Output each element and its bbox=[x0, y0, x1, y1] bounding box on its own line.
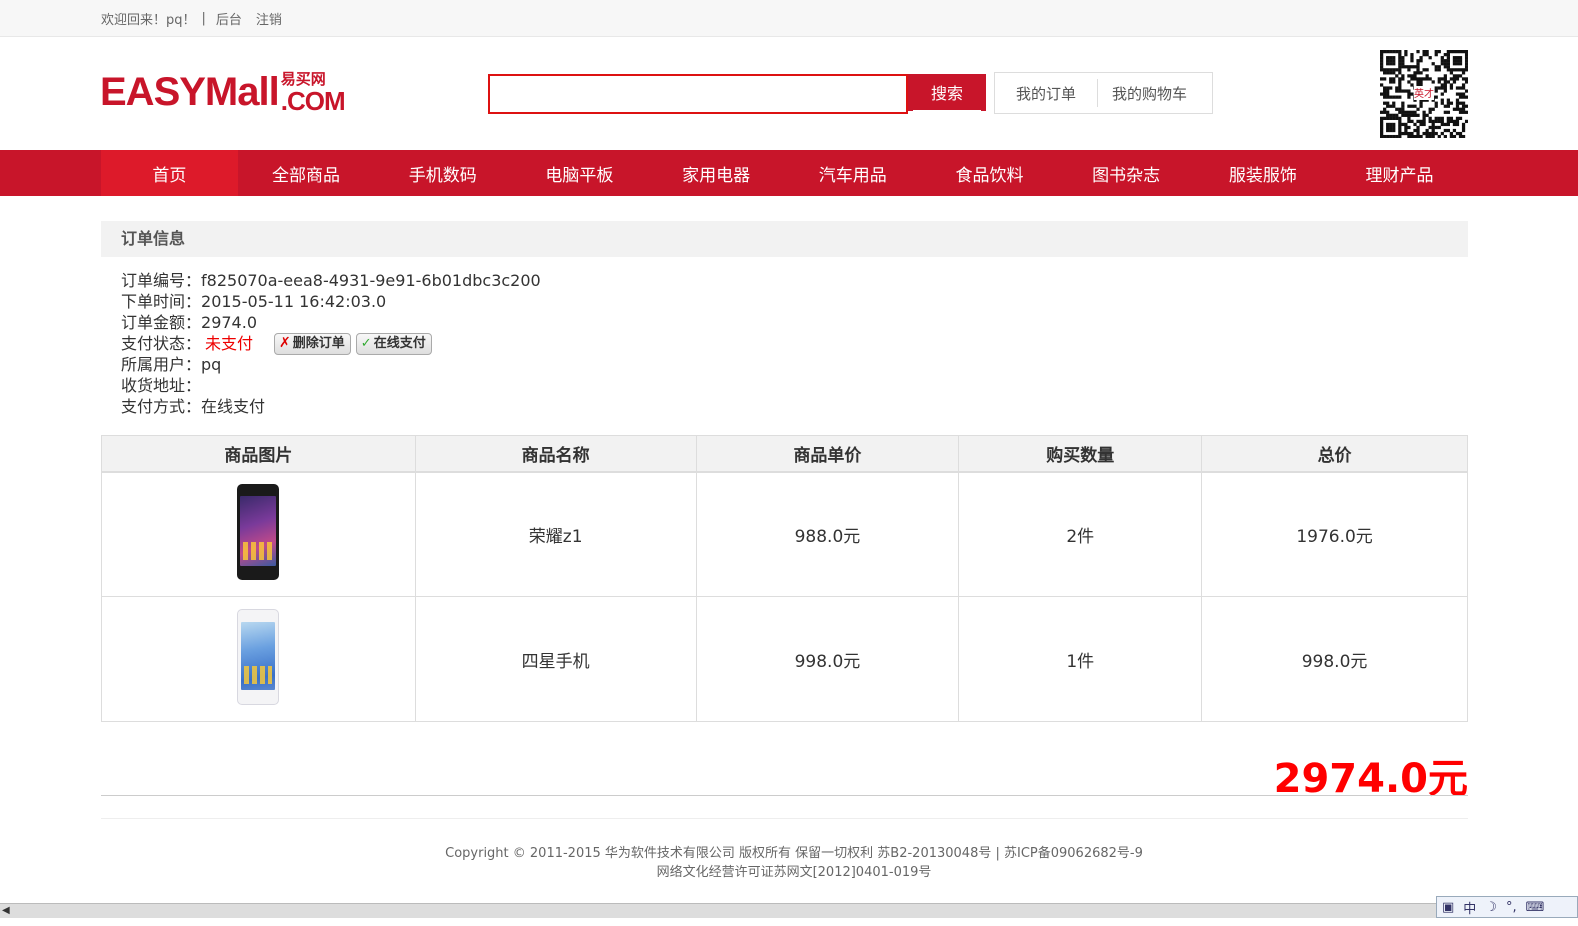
my-cart-link[interactable]: 我的购物车 bbox=[1112, 83, 1187, 104]
order-time-row: 下单时间： 2015-05-11 16:42:03.0 bbox=[121, 291, 541, 312]
order-info-heading: 订单信息 bbox=[101, 221, 1468, 257]
order-id-row: 订单编号： f825070a-eea8-4931-9e91-6b01dbc3c2… bbox=[121, 270, 541, 291]
order-amount-value: 2974.0 bbox=[201, 313, 257, 332]
unit-price-cell: 998.0元 bbox=[695, 596, 960, 722]
order-user-label: 所属用户： bbox=[121, 355, 202, 374]
quantity-cell: 1件 bbox=[958, 596, 1203, 722]
unit-price-cell: 988.0元 bbox=[695, 471, 960, 597]
nav-item-books-magazines[interactable]: 图书杂志 bbox=[1058, 150, 1195, 196]
nav-item-auto-supplies[interactable]: 汽车用品 bbox=[784, 150, 921, 196]
search-button-label: 搜索 bbox=[912, 80, 981, 111]
top-bar: 欢迎回来！pq！ | 后台 注销 bbox=[0, 0, 1578, 37]
my-orders-link[interactable]: 我的订单 bbox=[1016, 83, 1076, 104]
top-bar-separator: | bbox=[201, 11, 206, 26]
nav-item-home-appliances[interactable]: 家用电器 bbox=[648, 150, 785, 196]
product-image-black-phone[interactable] bbox=[237, 483, 280, 580]
order-time-value: 2015-05-11 16:42:03.0 bbox=[201, 292, 387, 311]
keyboard-icon[interactable]: ⌨ bbox=[1526, 900, 1545, 915]
payment-method-label: 支付方式： bbox=[121, 397, 202, 416]
nav-item-phones-digital[interactable]: 手机数码 bbox=[374, 150, 511, 196]
payment-status-label: 支付状态： bbox=[121, 334, 202, 353]
order-items-table: 商品图片 商品名称 商品单价 购买数量 总价 荣耀z1 988.0元 2件 19… bbox=[101, 435, 1468, 722]
footer: Copyright © 2011-2015 华为软件技术有限公司 版权所有 保留… bbox=[0, 844, 1578, 882]
admin-link[interactable]: 后台 bbox=[216, 9, 242, 28]
nav-item-all-products[interactable]: 全部商品 bbox=[238, 150, 375, 196]
welcome-text: 欢迎回来！pq！ bbox=[101, 13, 196, 28]
quick-links-divider bbox=[1097, 79, 1099, 107]
punctuation-icon[interactable]: °, bbox=[1506, 900, 1517, 915]
logo-suffix: 易买网 .COM bbox=[280, 70, 346, 116]
order-user-value: pq bbox=[201, 355, 222, 374]
header-product-name: 商品名称 bbox=[414, 435, 697, 473]
search-box bbox=[488, 74, 908, 114]
header-product-image: 商品图片 bbox=[101, 435, 416, 473]
horizontal-scrollbar[interactable]: ◀ bbox=[0, 903, 1578, 918]
nav-item-computers-tablets[interactable]: 电脑平板 bbox=[511, 150, 648, 196]
payment-method-row: 支付方式： 在线支付 bbox=[121, 396, 541, 417]
site-logo[interactable]: EASYMall 易买网 .COM bbox=[100, 66, 346, 116]
table-row: 四星手机 998.0元 1件 998.0元 bbox=[101, 596, 1468, 722]
delete-order-button[interactable]: ✗ 删除订单 bbox=[274, 332, 351, 355]
product-image-cell bbox=[101, 471, 416, 597]
logo-chinese-name: 易买网 bbox=[280, 70, 326, 88]
nav-item-clothing[interactable]: 服装服饰 bbox=[1195, 150, 1332, 196]
quantity-cell: 2件 bbox=[958, 471, 1203, 597]
footer-license: 网络文化经营许可证苏网文[2012]0401-019号 bbox=[656, 865, 932, 880]
nav-item-home[interactable]: 首页 bbox=[101, 150, 238, 196]
product-name-cell: 荣耀z1 bbox=[414, 471, 697, 597]
divider bbox=[101, 818, 1468, 819]
pay-online-label: 在线支付 bbox=[373, 336, 426, 351]
main-nav: 首页 全部商品 手机数码 电脑平板 家用电器 汽车用品 食品饮料 图书杂志 服装… bbox=[0, 150, 1578, 196]
table-header-row: 商品图片 商品名称 商品单价 购买数量 总价 bbox=[101, 435, 1468, 473]
row-total-cell: 1976.0元 bbox=[1201, 471, 1468, 597]
divider bbox=[101, 795, 1468, 796]
logo-dotcom: .COM bbox=[280, 86, 346, 116]
product-name-cell: 四星手机 bbox=[414, 596, 697, 722]
nav-items: 首页 全部商品 手机数码 电脑平板 家用电器 汽车用品 食品饮料 图书杂志 服装… bbox=[101, 150, 1468, 196]
header-total: 总价 bbox=[1201, 435, 1468, 473]
qr-center-label: 英才 bbox=[1414, 87, 1434, 100]
order-amount-label: 订单金额： bbox=[121, 313, 202, 332]
product-image-cell bbox=[101, 596, 416, 722]
ime-mode-text[interactable]: 中 bbox=[1463, 898, 1476, 917]
shipping-address-label: 收货地址： bbox=[121, 376, 202, 395]
footer-copyright: Copyright © 2011-2015 华为软件技术有限公司 版权所有 保留… bbox=[445, 846, 1143, 861]
order-time-label: 下单时间： bbox=[121, 292, 202, 311]
nav-item-finance[interactable]: 理财产品 bbox=[1331, 150, 1468, 196]
shipping-address-row: 收货地址： bbox=[121, 375, 541, 396]
search-input[interactable] bbox=[490, 76, 906, 112]
nav-item-food-drinks[interactable]: 食品饮料 bbox=[921, 150, 1058, 196]
ime-logo-icon: ▣ bbox=[1442, 899, 1455, 915]
qr-code-image: 英才 bbox=[1380, 50, 1469, 139]
row-total-cell: 998.0元 bbox=[1201, 596, 1468, 722]
product-image-white-phone[interactable] bbox=[237, 608, 280, 705]
order-info: 订单编号： f825070a-eea8-4931-9e91-6b01dbc3c2… bbox=[121, 270, 541, 417]
checkmark-icon: ✓ bbox=[360, 336, 372, 351]
table-row: 荣耀z1 988.0元 2件 1976.0元 bbox=[101, 471, 1468, 597]
order-id-value: f825070a-eea8-4931-9e91-6b01dbc3c200 bbox=[201, 271, 541, 290]
logout-link[interactable]: 注销 bbox=[256, 9, 282, 28]
moon-icon[interactable]: ☽ bbox=[1485, 900, 1497, 915]
order-id-label: 订单编号： bbox=[121, 271, 202, 290]
delete-x-icon: ✗ bbox=[279, 335, 291, 351]
payment-status-row: 支付状态： 未支付 ✗ 删除订单 ✓ 在线支付 bbox=[121, 332, 541, 355]
order-amount-row: 订单金额： 2974.0 bbox=[121, 312, 541, 333]
ime-toolbar[interactable]: ▣ 中 ☽ °, ⌨ bbox=[1436, 896, 1578, 918]
order-user-row: 所属用户： pq bbox=[121, 354, 541, 375]
top-bar-links: 欢迎回来！pq！ | 后台 注销 bbox=[101, 9, 296, 28]
logo-wordmark: EASYMall bbox=[100, 70, 280, 114]
scroll-left-arrow-icon[interactable]: ◀ bbox=[2, 905, 10, 916]
header-unit-price: 商品单价 bbox=[695, 435, 960, 473]
delete-order-label: 删除订单 bbox=[292, 336, 345, 351]
search-button[interactable]: 搜索 bbox=[908, 74, 986, 114]
payment-status-value: 未支付 bbox=[205, 334, 254, 353]
quick-links: 我的订单 我的购物车 bbox=[994, 72, 1213, 114]
header-quantity: 购买数量 bbox=[958, 435, 1203, 473]
payment-method-value: 在线支付 bbox=[201, 397, 266, 416]
pay-online-button[interactable]: ✓ 在线支付 bbox=[355, 332, 432, 355]
